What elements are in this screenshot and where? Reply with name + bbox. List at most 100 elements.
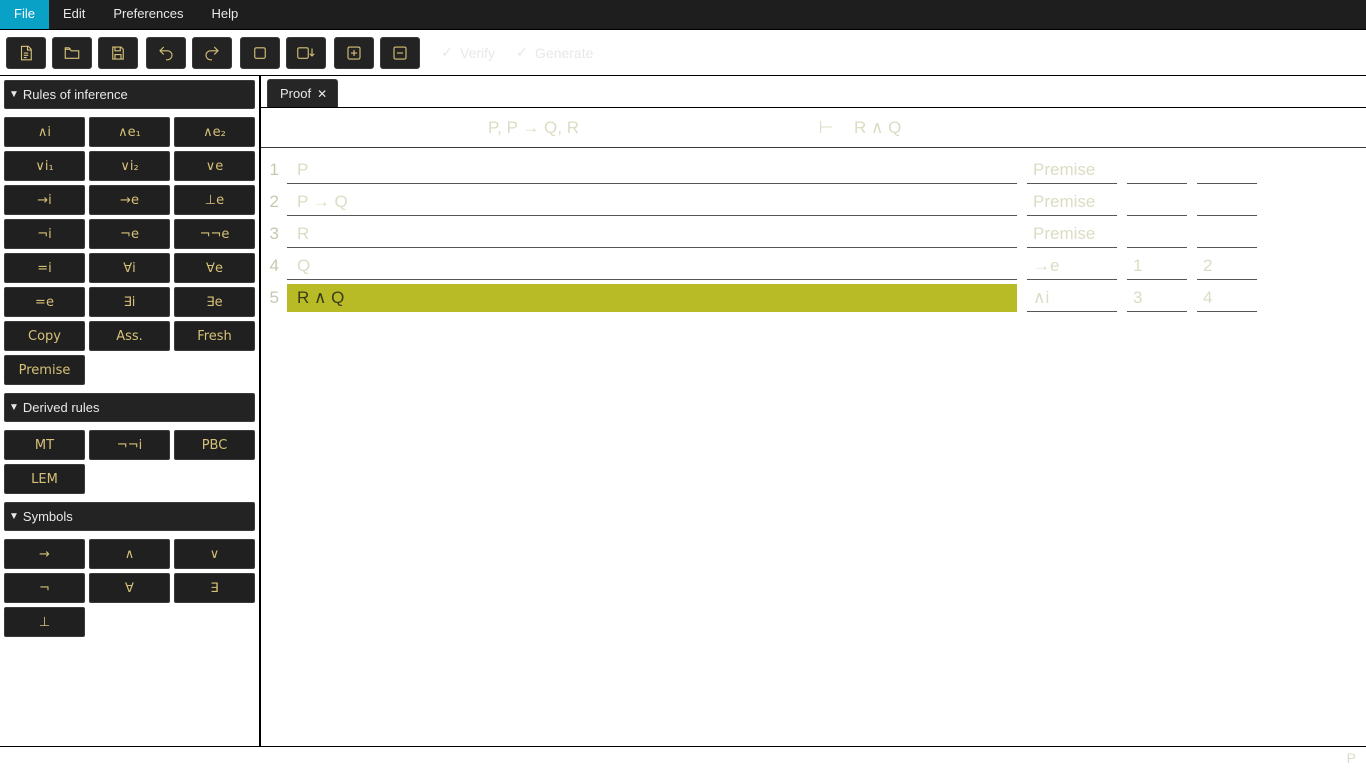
rule-button[interactable]: ∃e — [174, 287, 255, 317]
rule-button[interactable]: → — [4, 539, 85, 569]
rule-button[interactable]: ∀e — [174, 253, 255, 283]
rule-button[interactable]: ∨i₁ — [4, 151, 85, 181]
turnstile-symbol: ⊢ — [806, 118, 846, 138]
remove-row-button[interactable] — [380, 37, 420, 69]
rule-button[interactable]: Fresh — [174, 321, 255, 351]
rule-button[interactable]: →i — [4, 185, 85, 215]
redo-button[interactable] — [192, 37, 232, 69]
formula-cell[interactable]: R — [287, 220, 1017, 248]
sequent-left[interactable]: P, P → Q, R — [261, 118, 806, 138]
line-number: 4 — [261, 256, 287, 276]
save-file-button[interactable] — [98, 37, 138, 69]
panel-head[interactable]: Derived rules — [4, 393, 255, 422]
ref2-cell[interactable]: 4 — [1197, 284, 1257, 312]
generate-toggle[interactable]: ✓ Generate — [515, 45, 593, 61]
panel-head[interactable]: Rules of inference — [4, 80, 255, 109]
rule-button[interactable]: ∧i — [4, 117, 85, 147]
generate-label: Generate — [535, 45, 593, 61]
undo-button[interactable] — [146, 37, 186, 69]
box-down-button[interactable] — [286, 37, 326, 69]
menu-file[interactable]: File — [0, 0, 49, 29]
rule-button[interactable]: ∨e — [174, 151, 255, 181]
ref1-cell[interactable] — [1127, 220, 1187, 248]
ref1-cell[interactable] — [1127, 156, 1187, 184]
rule-button[interactable]: LEM — [4, 464, 85, 494]
ref2-cell[interactable] — [1197, 188, 1257, 216]
sequent-row: P, P → Q, R ⊢ R ∧ Q — [261, 108, 1366, 148]
rule-button[interactable]: ¬e — [89, 219, 170, 249]
rule-button[interactable]: ∀ — [89, 573, 170, 603]
check-icon: ✓ — [515, 46, 529, 60]
line-number: 5 — [261, 288, 287, 308]
rule-button[interactable]: ∃ — [174, 573, 255, 603]
open-file-button[interactable] — [52, 37, 92, 69]
rule-button[interactable]: ¬¬i — [89, 430, 170, 460]
rule-button[interactable]: →e — [89, 185, 170, 215]
sequent-right[interactable]: R ∧ Q — [846, 118, 1366, 138]
ref2-cell[interactable] — [1197, 220, 1257, 248]
proof-row: 3R Premise — [261, 218, 1360, 250]
menubar: FileEditPreferencesHelp — [0, 0, 1366, 30]
rule-cell[interactable]: →e — [1027, 252, 1117, 280]
verify-toggle[interactable]: ✓ Verify — [440, 45, 495, 61]
rule-cell[interactable]: ∧i — [1027, 284, 1117, 312]
ref1-cell[interactable] — [1127, 188, 1187, 216]
rule-button[interactable]: Premise — [4, 355, 85, 385]
ref1-cell[interactable]: 3 — [1127, 284, 1187, 312]
rule-button[interactable]: ∃i — [89, 287, 170, 317]
rule-button[interactable]: Ass. — [89, 321, 170, 351]
rule-cell[interactable]: Premise — [1027, 156, 1117, 184]
rule-button[interactable]: ∨ — [174, 539, 255, 569]
line-number: 2 — [261, 192, 287, 212]
box-button[interactable] — [240, 37, 280, 69]
formula-cell[interactable]: P — [287, 156, 1017, 184]
menu-edit[interactable]: Edit — [49, 0, 99, 29]
rule-button[interactable]: ¬¬e — [174, 219, 255, 249]
rule-cell[interactable]: Premise — [1027, 220, 1117, 248]
formula-cell[interactable]: P → Q — [287, 188, 1017, 216]
proof-row: 4Q →e 12 — [261, 250, 1360, 282]
ref2-cell[interactable]: 2 — [1197, 252, 1257, 280]
tab-bar: Proof ✕ — [261, 76, 1366, 108]
rule-button[interactable]: PBC — [174, 430, 255, 460]
status-text: P — [1347, 750, 1356, 766]
rule-button[interactable]: Copy — [4, 321, 85, 351]
ref2-cell[interactable] — [1197, 156, 1257, 184]
rule-button[interactable]: ⊥ — [4, 607, 85, 637]
rule-button[interactable]: ¬ — [4, 573, 85, 603]
rule-button[interactable]: ¬i — [4, 219, 85, 249]
rule-button[interactable]: =e — [4, 287, 85, 317]
menu-help[interactable]: Help — [197, 0, 252, 29]
rule-button[interactable]: ⊥e — [174, 185, 255, 215]
rule-button[interactable]: =i — [4, 253, 85, 283]
formula-cell[interactable]: Q — [287, 252, 1017, 280]
toolbar: ✓ Verify ✓ Generate — [0, 30, 1366, 76]
rule-button[interactable]: ∀i — [89, 253, 170, 283]
sidebar: Rules of inference ∧i∧e₁∧e₂ ∨i₁∨i₂∨e →i→e⊥e… — [0, 76, 260, 746]
rule-cell[interactable]: Premise — [1027, 188, 1117, 216]
statusbar: P — [0, 746, 1366, 768]
rule-button[interactable]: ∧ — [89, 539, 170, 569]
ref1-cell[interactable]: 1 — [1127, 252, 1187, 280]
proof-row: 5R ∧ Q ∧i 34 — [261, 282, 1360, 314]
verify-label: Verify — [460, 45, 495, 61]
main-area: Proof ✕ P, P → Q, R ⊢ R ∧ Q 1PPremise2P … — [260, 76, 1366, 746]
proof-row: 1P Premise — [261, 154, 1360, 186]
rule-button[interactable]: ∨i₂ — [89, 151, 170, 181]
line-number: 3 — [261, 224, 287, 244]
check-icon: ✓ — [440, 46, 454, 60]
line-number: 1 — [261, 160, 287, 180]
add-row-button[interactable] — [334, 37, 374, 69]
rule-button[interactable]: ∧e₁ — [89, 117, 170, 147]
formula-cell[interactable]: R ∧ Q — [287, 284, 1017, 312]
rule-button[interactable]: MT — [4, 430, 85, 460]
tab-proof[interactable]: Proof ✕ — [267, 79, 338, 107]
rule-button[interactable]: ∧e₂ — [174, 117, 255, 147]
proof-row: 2P → Q Premise — [261, 186, 1360, 218]
proof-area: 1PPremise2P → QPremise3RPremise4Q→e125R … — [261, 148, 1366, 746]
panel-head[interactable]: Symbols — [4, 502, 255, 531]
tab-label: Proof — [280, 86, 311, 101]
close-icon[interactable]: ✕ — [317, 87, 327, 101]
menu-preferences[interactable]: Preferences — [99, 0, 197, 29]
new-file-button[interactable] — [6, 37, 46, 69]
